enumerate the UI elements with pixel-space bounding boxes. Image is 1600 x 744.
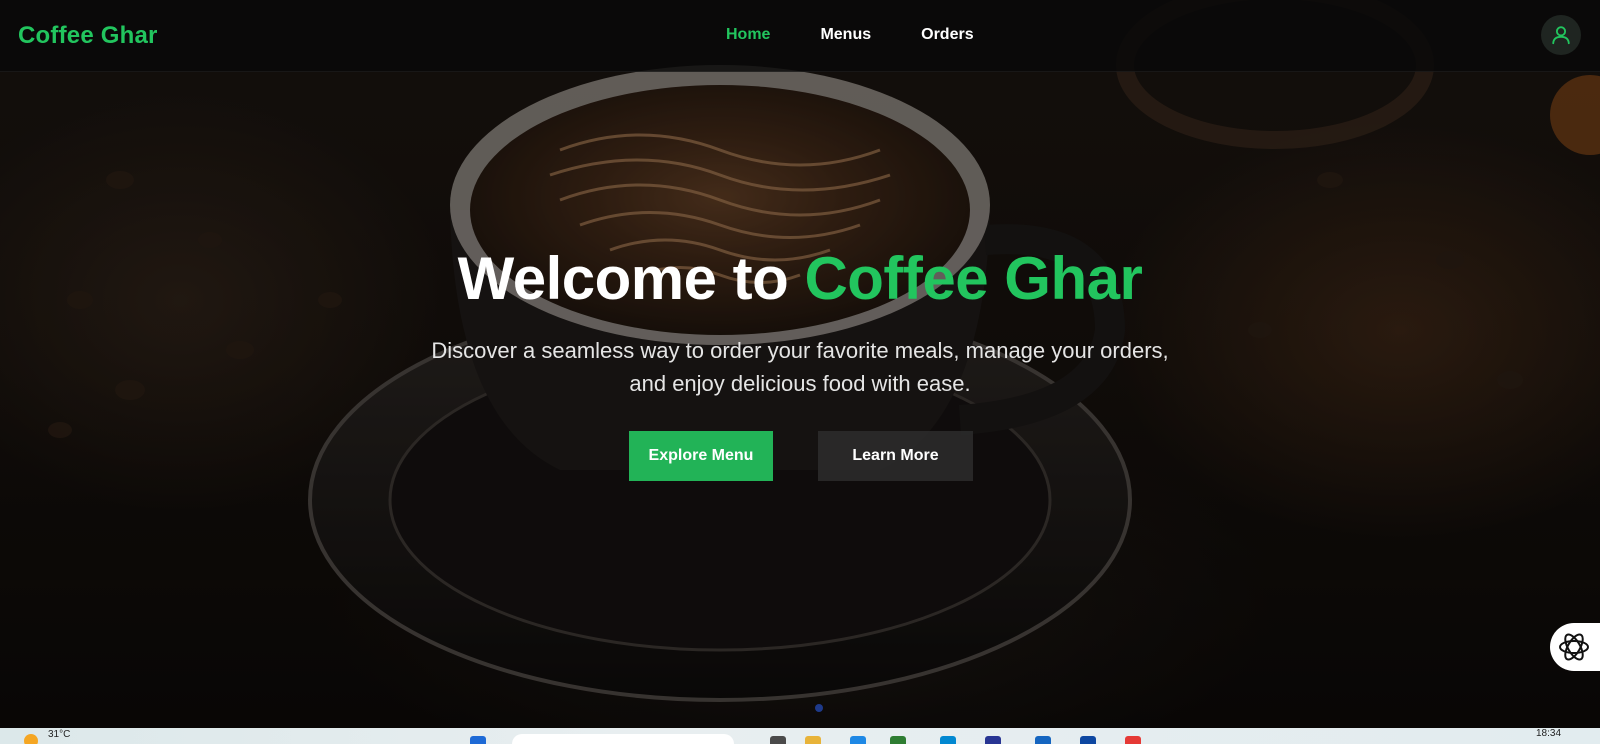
- assistant-floating-button[interactable]: [1550, 623, 1600, 671]
- taskbar-temperature: 31°C: [48, 729, 71, 740]
- learn-more-button[interactable]: Learn More: [818, 431, 973, 481]
- os-taskbar: 31°C 18:34: [0, 728, 1600, 744]
- assistant-logo-icon: [1559, 633, 1589, 661]
- explore-menu-button[interactable]: Explore Menu: [629, 431, 773, 481]
- browser-icon[interactable]: [940, 736, 956, 744]
- user-icon: [1552, 26, 1570, 45]
- hero-title-prefix: Welcome to: [457, 245, 789, 312]
- taskbar-search[interactable]: [512, 734, 734, 744]
- nav-link-menus[interactable]: Menus: [820, 26, 871, 44]
- taskbar-weather[interactable]: 31°C: [24, 728, 70, 744]
- task-view-icon[interactable]: [770, 736, 786, 744]
- chrome-icon[interactable]: [1125, 736, 1141, 744]
- nav-links: Home Menus Orders: [726, 26, 974, 44]
- carousel-indicator[interactable]: [815, 704, 823, 712]
- app-icon[interactable]: [890, 736, 906, 744]
- taskbar-clock[interactable]: 18:34: [1536, 728, 1561, 739]
- profile-button[interactable]: [1541, 15, 1581, 55]
- brand-logo[interactable]: Coffee Ghar: [18, 22, 158, 50]
- mail-icon[interactable]: [1035, 736, 1051, 744]
- hero-subtitle: Discover a seamless way to order your fa…: [431, 338, 1169, 396]
- top-navbar: Coffee Ghar Home Menus Orders: [0, 0, 1600, 72]
- sun-icon: [24, 734, 38, 744]
- store-icon[interactable]: [985, 736, 1001, 744]
- start-icon[interactable]: [470, 736, 486, 744]
- edge-icon[interactable]: [850, 736, 866, 744]
- file-explorer-icon[interactable]: [805, 736, 821, 744]
- hero-title: Welcome to Coffee Ghar: [0, 244, 1600, 313]
- nav-link-home[interactable]: Home: [726, 26, 770, 44]
- code-icon[interactable]: [1080, 736, 1096, 744]
- nav-link-orders[interactable]: Orders: [921, 26, 973, 44]
- hero-title-accent: Coffee Ghar: [804, 245, 1143, 312]
